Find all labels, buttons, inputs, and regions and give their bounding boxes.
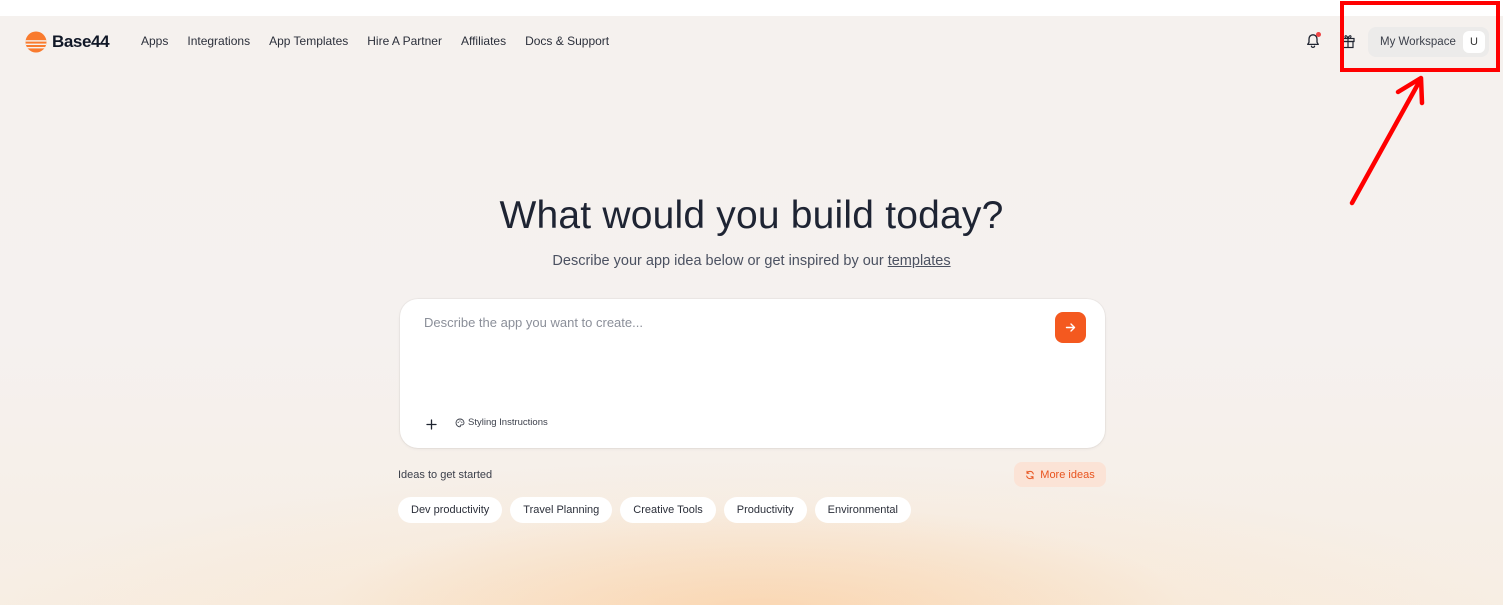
arrow-right-icon	[1065, 323, 1076, 332]
more-ideas-label: More ideas	[1040, 468, 1095, 481]
plus-icon	[425, 418, 437, 430]
palette-icon	[455, 418, 465, 427]
idea-chip-environmental[interactable]: Environmental	[814, 497, 911, 523]
idea-chip-creative-tools[interactable]: Creative Tools	[620, 497, 716, 523]
styling-instructions-label: Styling Instructions	[468, 417, 548, 428]
more-ideas-button[interactable]: More ideas	[1014, 462, 1106, 487]
nav-item-apps[interactable]: Apps	[141, 34, 168, 48]
workspace-switcher-button[interactable]: My Workspace U	[1368, 27, 1489, 57]
sun-logo-icon	[25, 31, 47, 53]
workspace-label: My Workspace	[1380, 36, 1456, 48]
nav-item-hire-a-partner[interactable]: Hire A Partner	[367, 34, 442, 48]
nav-item-app-templates[interactable]: App Templates	[269, 34, 348, 48]
top-navigation-bar: Base44 Apps Integrations App Templates H…	[0, 16, 1503, 68]
subtitle-text: Describe your app idea below or get insp…	[552, 253, 888, 269]
logo[interactable]: Base44	[25, 31, 110, 53]
send-button[interactable]	[1055, 312, 1086, 343]
app-description-input[interactable]	[424, 315, 1024, 395]
ideas-label: Ideas to get started	[398, 469, 493, 481]
refresh-icon	[1026, 470, 1035, 479]
page-title: What would you build today?	[499, 194, 1004, 237]
prompt-card: Styling Instructions	[400, 299, 1105, 448]
main-nav: Apps Integrations App Templates Hire A P…	[141, 34, 609, 48]
styling-instructions-button[interactable]: Styling Instructions	[455, 417, 548, 428]
templates-link[interactable]: templates	[888, 253, 951, 269]
idea-chips: Dev productivity Travel Planning Creativ…	[398, 497, 911, 523]
avatar: U	[1463, 31, 1485, 53]
idea-chip-travel-planning[interactable]: Travel Planning	[510, 497, 613, 523]
add-attachment-button[interactable]	[424, 417, 438, 431]
notification-dot-icon	[1316, 32, 1321, 37]
logo-text: Base44	[52, 32, 110, 51]
page-subtitle: Describe your app idea below or get insp…	[0, 253, 1503, 269]
nav-item-integrations[interactable]: Integrations	[187, 34, 250, 48]
nav-item-docs-support[interactable]: Docs & Support	[525, 34, 609, 48]
page-background: Base44 Apps Integrations App Templates H…	[0, 16, 1503, 605]
idea-chip-dev-productivity[interactable]: Dev productivity	[398, 497, 503, 523]
gift-icon[interactable]	[1340, 33, 1356, 49]
nav-item-affiliates[interactable]: Affiliates	[461, 34, 506, 48]
idea-chip-productivity[interactable]: Productivity	[723, 497, 807, 523]
